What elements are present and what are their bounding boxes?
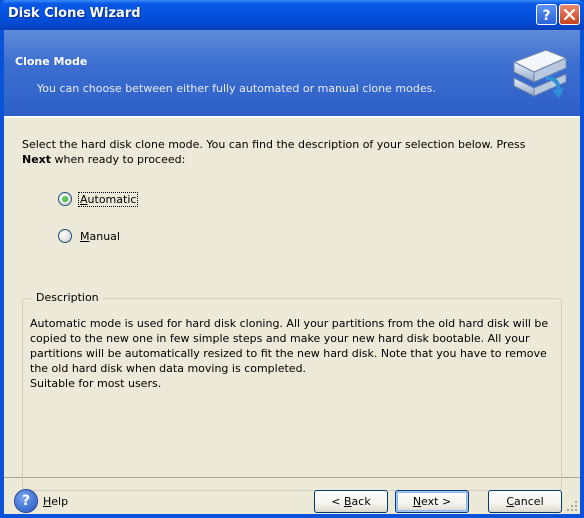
- back-button[interactable]: < Back: [314, 490, 388, 513]
- description-legend: Description: [32, 291, 103, 304]
- next-button[interactable]: Next >: [395, 490, 469, 513]
- description-line: the old hard disk when data moving is co…: [30, 362, 307, 375]
- instruction-text: Select the hard disk clone mode. You can…: [22, 137, 562, 167]
- titlebar-help-button[interactable]: ?: [536, 4, 557, 25]
- footer-divider: [4, 477, 580, 478]
- next-button-label: Next >: [412, 495, 452, 508]
- description-line: Suitable for most users.: [30, 377, 162, 390]
- description-line: Automatic mode is used for hard disk clo…: [30, 317, 549, 330]
- radio-label-automatic[interactable]: Automatic: [78, 191, 139, 207]
- page-title: Clone Mode: [15, 55, 88, 68]
- resize-grip-icon[interactable]: [566, 500, 578, 512]
- description-line: partitions will be automatically resized…: [30, 347, 547, 360]
- radio-button-automatic[interactable]: [58, 192, 72, 206]
- radio-automatic[interactable]: Automatic: [58, 190, 139, 208]
- wizard-client-area: Clone Mode You can choose between either…: [4, 30, 580, 514]
- description-text: Automatic mode is used for hard disk clo…: [30, 316, 558, 391]
- instruction-line-2: when ready to proceed:: [51, 153, 186, 166]
- instruction-line-1: Select the hard disk clone mode. You can…: [22, 138, 526, 151]
- page-subtitle: You can choose between either fully auto…: [37, 82, 436, 95]
- svg-text:?: ?: [543, 8, 551, 22]
- question-mark-icon: ?: [543, 8, 551, 22]
- instruction-next-word: Next: [22, 153, 52, 166]
- radio-label-manual[interactable]: Manual: [78, 229, 122, 244]
- wizard-window: Disk Clone Wizard ? Clone Mode You can c…: [0, 0, 584, 518]
- header-banner: Clone Mode You can choose between either…: [4, 30, 580, 116]
- cancel-button[interactable]: Cancel: [488, 490, 562, 513]
- back-button-label: < Back: [331, 495, 371, 508]
- help-link[interactable]: ? Help: [15, 490, 68, 512]
- help-icon: ?: [15, 490, 37, 512]
- radio-button-manual[interactable]: [58, 229, 72, 243]
- cancel-button-label: Cancel: [506, 495, 544, 508]
- close-icon: [563, 8, 576, 21]
- radio-manual[interactable]: Manual: [58, 227, 122, 245]
- help-label: Help: [43, 494, 69, 508]
- titlebar-close-button[interactable]: [559, 4, 580, 25]
- header-divider: [4, 116, 580, 118]
- disk-clone-icon: [512, 49, 568, 98]
- title-bar[interactable]: Disk Clone Wizard ?: [0, 0, 584, 30]
- description-line: copied to the new one in few simple step…: [30, 332, 530, 345]
- window-title: Disk Clone Wizard: [8, 6, 141, 21]
